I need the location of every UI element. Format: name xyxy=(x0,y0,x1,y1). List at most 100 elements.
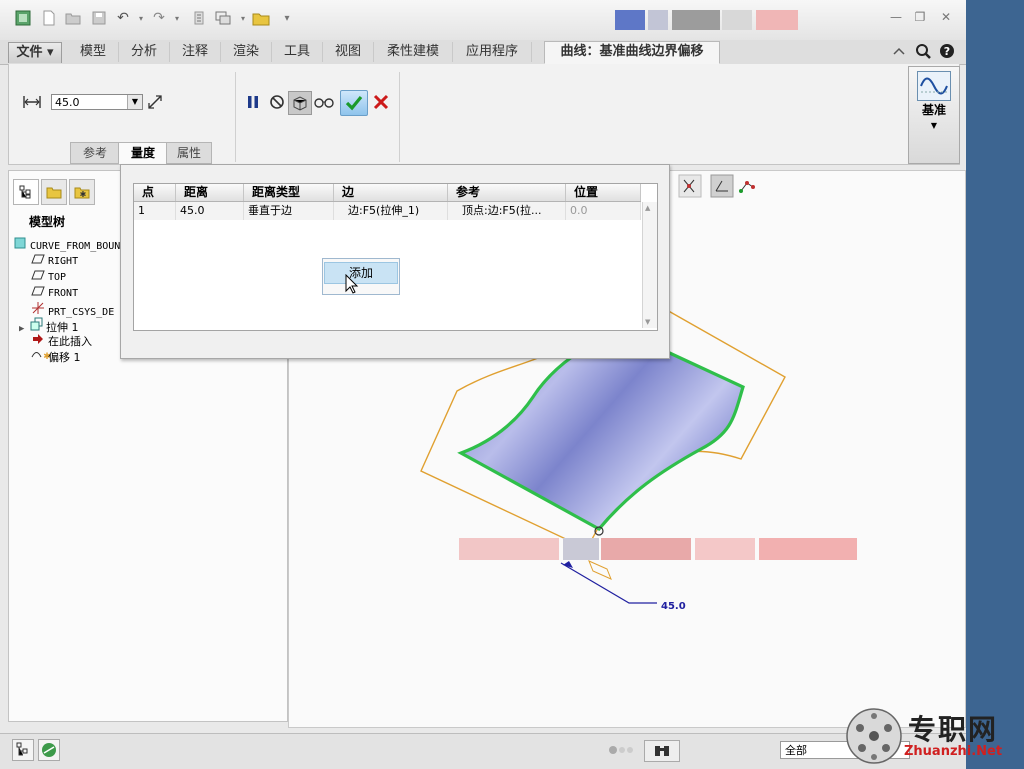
help-icon[interactable]: ? xyxy=(938,42,956,60)
cancel-button[interactable] xyxy=(371,92,391,112)
context-menu: 添加 xyxy=(322,258,400,295)
tree-item-extrude[interactable]: ▶ 拉伸 1 xyxy=(19,317,79,334)
no-preview-icon[interactable] xyxy=(267,92,287,112)
extruded-surface[interactable] xyxy=(457,333,745,532)
measurements-table: 点 距离 距离类型 边 参考 位置 1 45.0 垂直于边 边:F5(拉伸_1)… xyxy=(133,183,658,331)
datum-group-label: 基准 xyxy=(921,103,946,117)
offset-distance-input[interactable]: 45.0 ▼ xyxy=(51,94,143,110)
show-navigator-icon[interactable] xyxy=(12,739,34,761)
redo-dropdown-icon[interactable]: ▾ xyxy=(168,9,186,27)
graphics-toolbar xyxy=(678,174,755,198)
subtab-properties[interactable]: 属性 xyxy=(166,142,212,164)
new-icon[interactable] xyxy=(40,9,58,27)
search-icon[interactable] xyxy=(914,42,932,60)
datum-point-display-icon[interactable] xyxy=(678,174,702,198)
cell-distance-type[interactable]: 垂直于边 xyxy=(244,202,334,220)
app-icon[interactable] xyxy=(14,9,32,27)
tree-item-insert-here[interactable]: 在此插入 xyxy=(31,333,92,349)
soccer-ball-logo-icon xyxy=(846,708,902,764)
column-header-distance[interactable]: 距离 xyxy=(176,184,244,201)
cell-reference[interactable]: 顶点:边:F5(拉... xyxy=(448,202,566,220)
offset-curve-icon: ✱ xyxy=(31,349,51,366)
regenerate-icon[interactable] xyxy=(190,9,208,27)
scroll-up-icon[interactable]: ▲ xyxy=(645,204,650,212)
cell-edge[interactable]: 边:F5(拉伸_1) xyxy=(334,202,448,220)
restore-icon[interactable]: ❐ xyxy=(912,10,928,26)
subtab-references[interactable]: 参考 xyxy=(70,142,120,164)
customize-icon[interactable]: ▾ xyxy=(278,9,296,27)
folder-browser-tab-icon[interactable] xyxy=(41,179,67,205)
preview-icon[interactable] xyxy=(288,91,312,115)
close-icon[interactable]: ✕ xyxy=(938,10,954,26)
tree-item-root[interactable]: CURVE_FROM_BOUN xyxy=(13,237,120,253)
chevron-down-icon[interactable]: ▼ xyxy=(909,121,959,130)
redo-icon[interactable]: ↷ xyxy=(150,9,168,27)
tree-item-offset[interactable]: ✱ 偏移 1 xyxy=(31,349,81,365)
folder-icon[interactable] xyxy=(252,9,270,27)
save-icon[interactable] xyxy=(90,9,108,27)
tree-item-top[interactable]: TOP xyxy=(31,269,66,285)
mouse-cursor-icon xyxy=(345,273,359,294)
tab-tools[interactable]: 工具 xyxy=(272,42,323,62)
datum-group[interactable]: 基准 ▼ xyxy=(908,66,960,164)
quick-access-toolbar: ↶ ▾ ↷ ▾ ▾ ▾ — ❐ ✕ xyxy=(0,0,966,40)
tab-view[interactable]: 视图 xyxy=(323,42,374,62)
cell-location[interactable]: 0.0 xyxy=(566,202,641,220)
annotation-display-icon[interactable] xyxy=(739,181,755,193)
open-icon[interactable] xyxy=(64,9,82,27)
tree-item-front[interactable]: FRONT xyxy=(31,285,78,301)
tab-render[interactable]: 渲染 xyxy=(221,42,272,62)
status-bar: 全部 xyxy=(0,733,966,769)
datum-curve-icon[interactable] xyxy=(917,71,951,101)
find-icon[interactable] xyxy=(644,740,680,762)
minimize-icon[interactable]: — xyxy=(888,10,904,26)
vertical-scrollbar[interactable]: ▲ ▼ xyxy=(642,202,657,328)
datum-csys-display-icon[interactable] xyxy=(710,174,734,198)
verify-icon[interactable] xyxy=(312,92,336,112)
offset-curve-end xyxy=(588,560,612,580)
tab-boundary-offset[interactable]: 曲线：基准曲线边界偏移 xyxy=(544,41,720,64)
undo-icon[interactable]: ↶ xyxy=(114,9,132,27)
tab-flexible-modeling[interactable]: 柔性建模 xyxy=(374,42,453,62)
tab-applications[interactable]: 应用程序 xyxy=(453,42,532,62)
tree-item-label: CURVE_FROM_BOUN xyxy=(30,241,121,252)
minimize-ribbon-icon[interactable] xyxy=(890,42,908,60)
cell-distance[interactable]: 45.0 xyxy=(176,202,244,220)
column-header-point[interactable]: 点 xyxy=(134,184,176,201)
context-menu-item-add[interactable]: 添加 xyxy=(324,262,398,284)
tab-annotate[interactable]: 注释 xyxy=(170,42,221,62)
tab-analysis[interactable]: 分析 xyxy=(119,42,170,62)
blurred-annotation xyxy=(459,538,857,560)
favorites-tab-icon[interactable]: ✱ xyxy=(69,179,95,205)
subtab-measurements[interactable]: 量度 xyxy=(118,142,168,164)
watermark-title: 专职网 xyxy=(908,713,999,746)
regen-status-icon xyxy=(608,744,636,756)
windows-dropdown-icon[interactable]: ▾ xyxy=(234,9,252,27)
column-header-location[interactable]: 位置 xyxy=(566,184,641,201)
ok-button[interactable] xyxy=(340,90,368,116)
column-header-reference[interactable]: 参考 xyxy=(448,184,566,201)
datum-plane-icon xyxy=(31,285,45,301)
scroll-down-icon[interactable]: ▼ xyxy=(645,318,650,326)
column-header-distance-type[interactable]: 距离类型 xyxy=(244,184,334,201)
tab-file[interactable]: 文件 ▾ xyxy=(8,42,62,63)
flip-direction-icon[interactable] xyxy=(145,92,165,112)
offset-distance-value: 45.0 xyxy=(55,96,80,109)
tree-item-csys[interactable]: PRT_CSYS_DE xyxy=(31,301,114,318)
tree-item-right[interactable]: RIGHT xyxy=(31,253,78,269)
tab-model[interactable]: 模型 xyxy=(68,42,119,62)
svg-text:?: ? xyxy=(944,45,950,58)
cell-point[interactable]: 1 xyxy=(134,202,176,220)
expand-arrow-icon[interactable]: ▶ xyxy=(19,321,29,337)
column-header-edge[interactable]: 边 xyxy=(334,184,448,201)
chevron-down-icon[interactable]: ▼ xyxy=(127,95,142,109)
pause-icon[interactable] xyxy=(243,92,263,112)
dimension-value[interactable]: 45.0 xyxy=(661,601,686,612)
undo-dropdown-icon[interactable]: ▾ xyxy=(132,9,150,27)
table-row[interactable]: 1 45.0 垂直于边 边:F5(拉伸_1) 顶点:边:F5(拉... 0.0 xyxy=(134,202,641,220)
tree-item-label: 在此插入 xyxy=(48,335,92,348)
model-tree-tab-icon[interactable] xyxy=(13,179,39,205)
windows-icon[interactable] xyxy=(214,9,232,27)
show-browser-icon[interactable] xyxy=(38,739,60,761)
tree-item-label: RIGHT xyxy=(48,256,79,267)
